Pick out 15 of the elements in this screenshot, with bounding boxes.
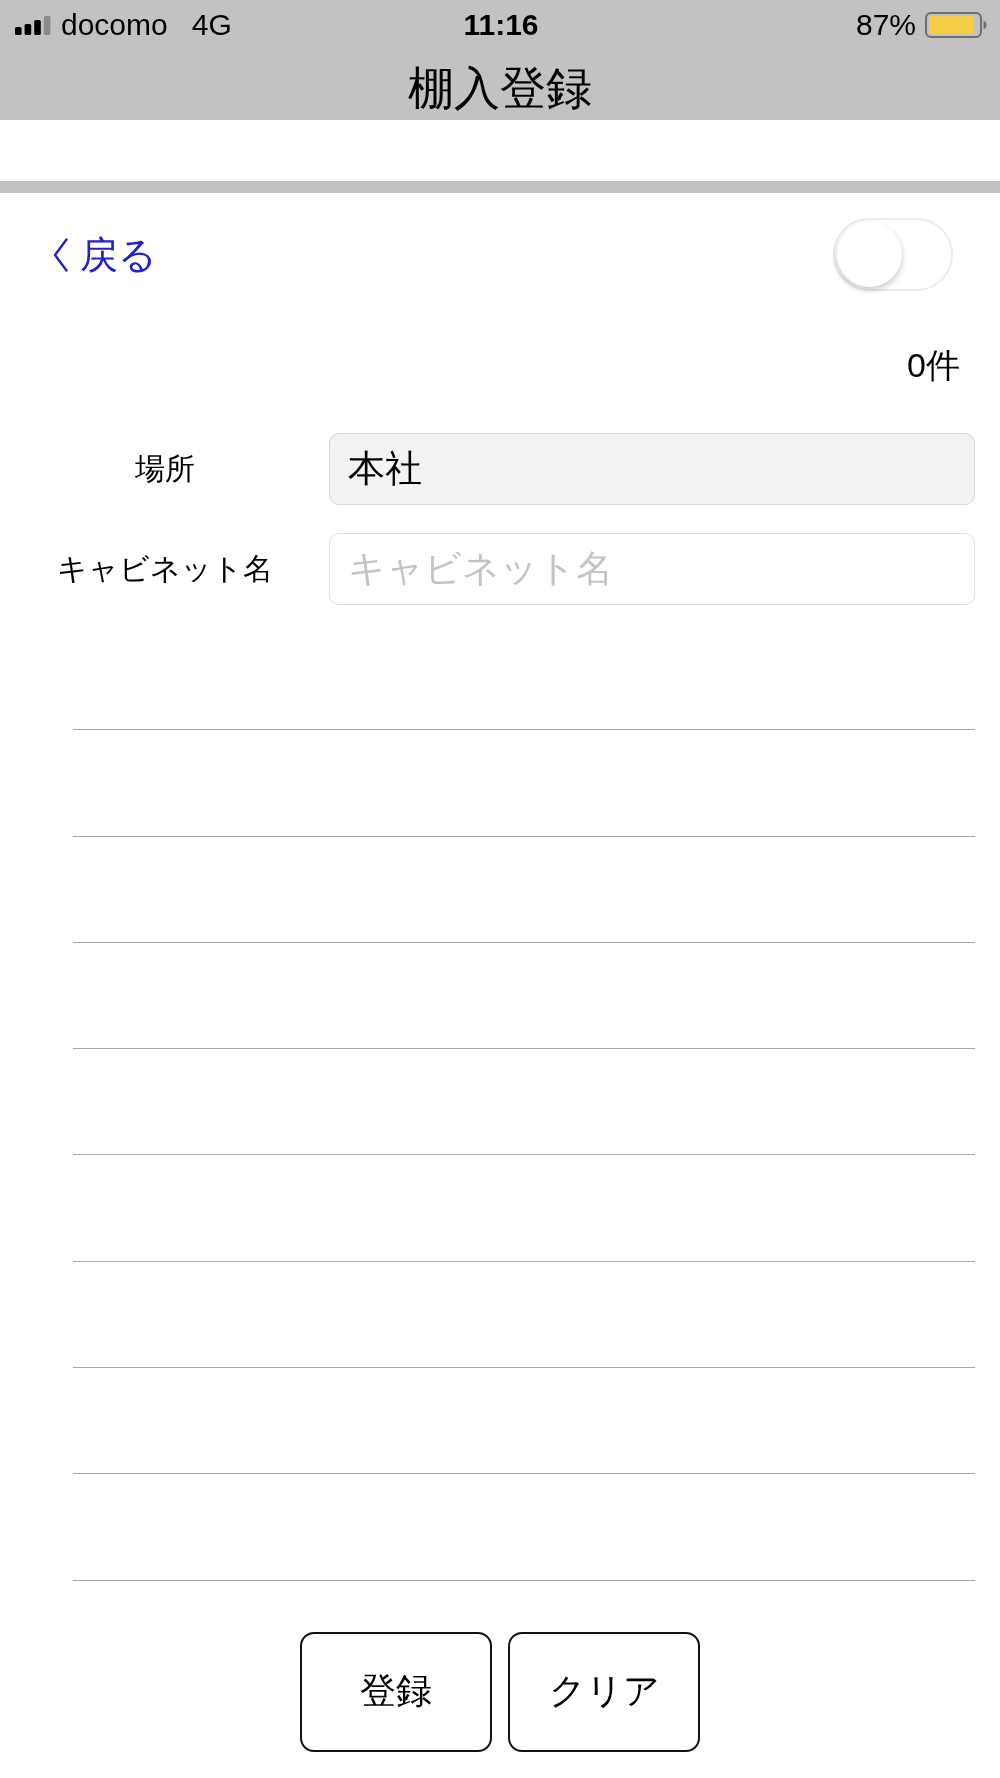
screen-title: 棚入登録 xyxy=(408,62,592,114)
chevron-left-icon xyxy=(53,237,68,272)
field-label: キャビネット名 xyxy=(56,551,273,587)
battery-icon xyxy=(925,12,987,38)
input-field[interactable]: キャビネット名 xyxy=(329,533,975,605)
battery-percentage: 87% xyxy=(855,8,916,42)
field-label: 場所 xyxy=(134,451,195,487)
signal-icon xyxy=(15,15,52,35)
carrier-name: docomo xyxy=(61,8,168,42)
item-count: 0件 xyxy=(907,345,960,386)
clock-time: 11:16 xyxy=(463,8,539,42)
clear-button[interactable]: クリア xyxy=(508,1631,700,1752)
back-button[interactable]: 戻る xyxy=(53,232,157,277)
network-type: 4G xyxy=(191,8,232,42)
register-button[interactable]: 登録 xyxy=(300,1631,492,1752)
